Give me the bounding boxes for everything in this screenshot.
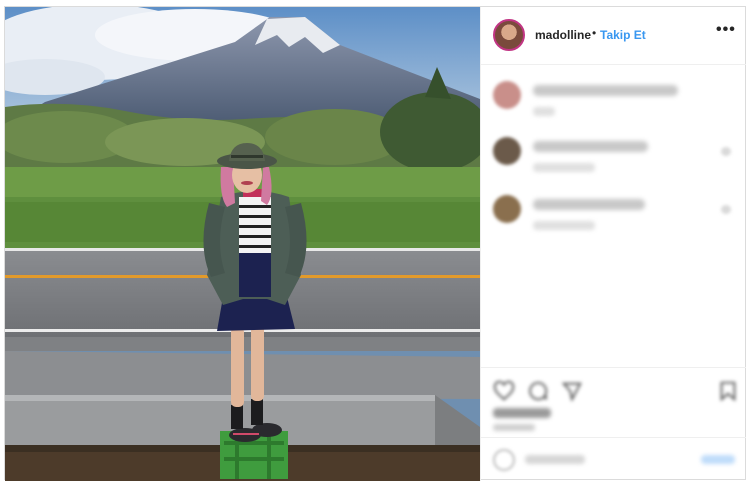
like-comment-heart-icon[interactable] <box>721 205 731 214</box>
list-item <box>493 81 738 121</box>
blurred-comment-meta <box>533 221 595 230</box>
like-comment-heart-icon[interactable] <box>721 147 731 156</box>
blurred-timestamp <box>493 424 535 431</box>
blurred-comment-meta <box>533 107 555 116</box>
blurred-comment-meta <box>533 163 595 172</box>
post-photo[interactable] <box>5 7 480 481</box>
blurred-comment-text <box>533 199 645 210</box>
list-item <box>493 137 738 177</box>
bookmark-icon[interactable] <box>717 380 739 402</box>
username-link[interactable]: madolline <box>535 28 591 42</box>
follow-button[interactable]: Takip Et <box>600 28 646 42</box>
list-item <box>493 195 738 235</box>
share-icon[interactable] <box>561 380 583 402</box>
avatar[interactable] <box>493 19 525 51</box>
comment-icon[interactable] <box>527 380 549 402</box>
post-actions <box>481 367 746 437</box>
post-comment-button[interactable] <box>701 455 735 464</box>
post-header: madolline • Takip Et ••• <box>481 7 746 65</box>
blurred-comment-text <box>533 141 648 152</box>
post-side-panel: madolline • Takip Et ••• <box>480 7 746 481</box>
add-comment-bar <box>481 437 746 481</box>
commenter-avatar[interactable] <box>493 137 521 165</box>
more-options-icon[interactable]: ••• <box>716 21 736 39</box>
blurred-like-count[interactable] <box>493 408 551 418</box>
blurred-comment-text <box>533 85 678 96</box>
instagram-post-dialog: madolline • Takip Et ••• <box>4 6 746 481</box>
comment-input[interactable] <box>525 455 585 464</box>
commenter-avatar[interactable] <box>493 195 521 223</box>
commenter-avatar[interactable] <box>493 81 521 109</box>
separator-dot: • <box>592 26 597 40</box>
emoji-icon[interactable] <box>493 449 515 471</box>
heart-icon[interactable] <box>493 380 515 402</box>
